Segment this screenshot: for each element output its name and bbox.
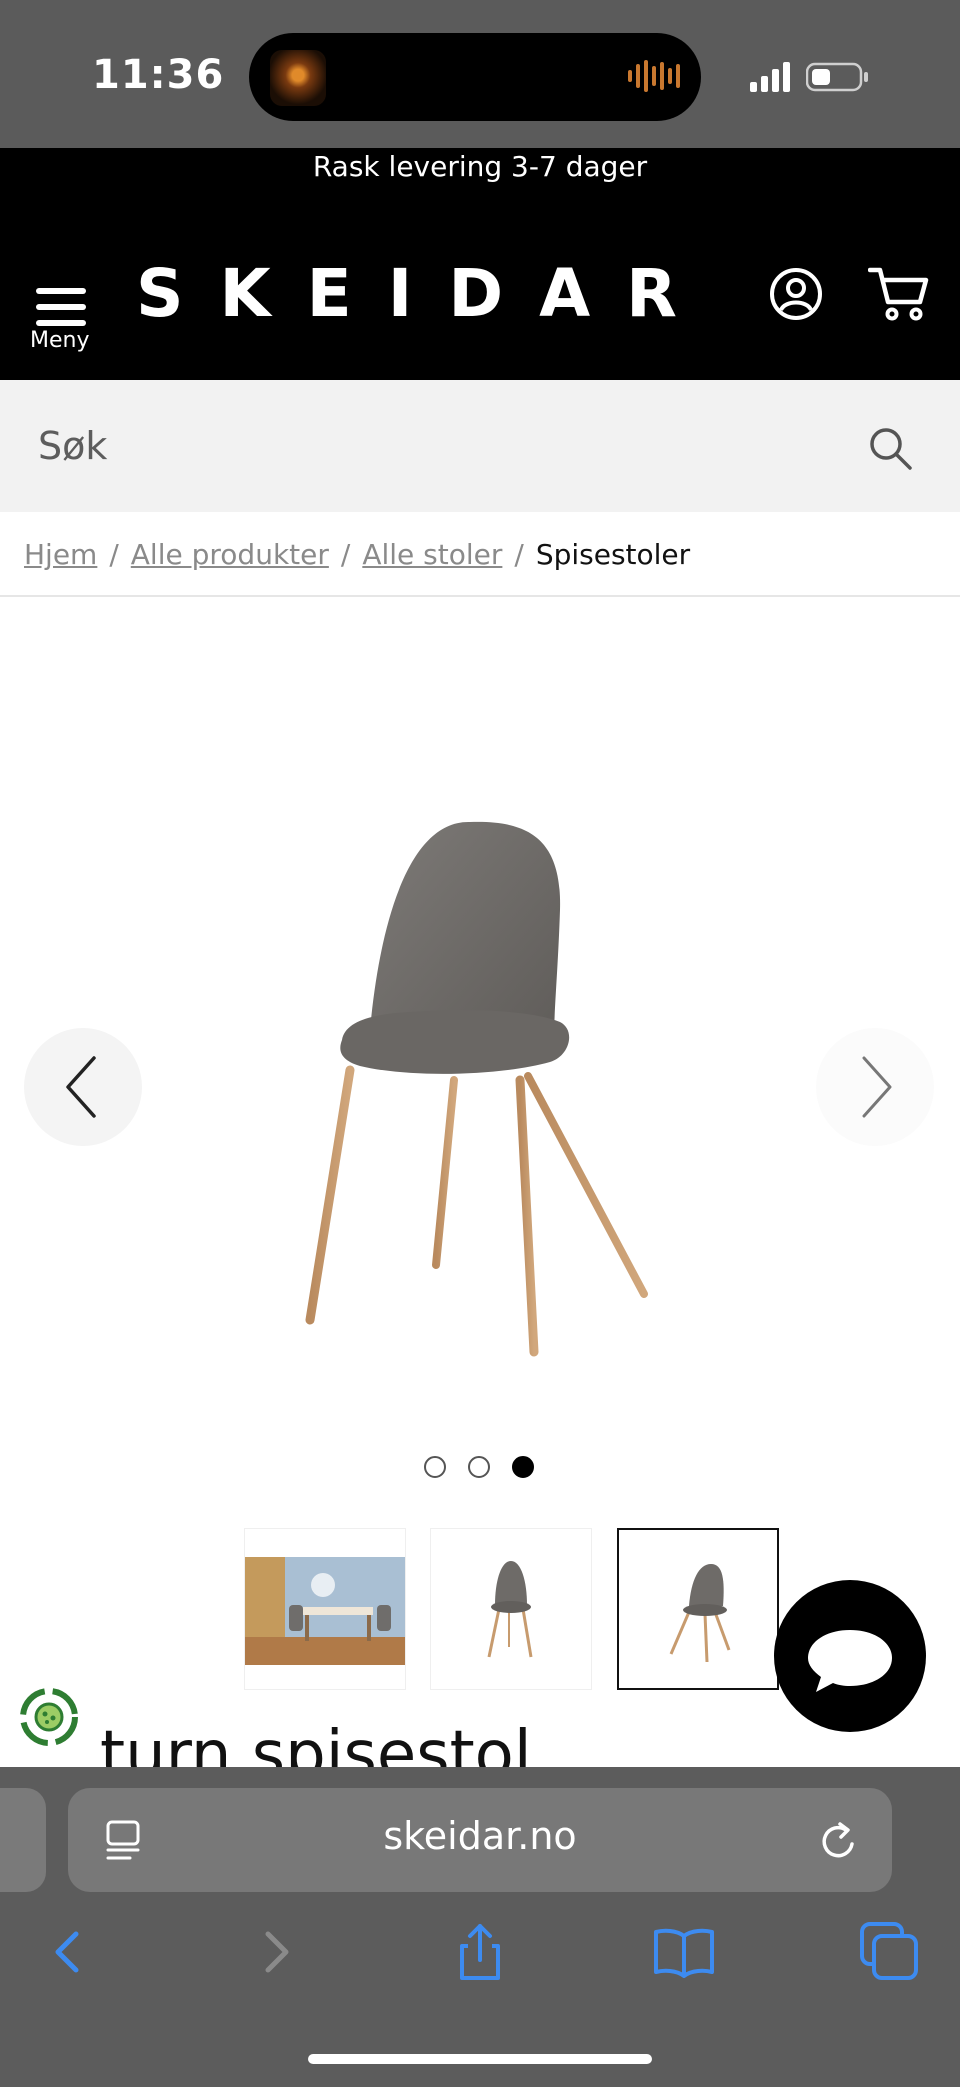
chat-bubble-icon	[808, 1630, 892, 1692]
chat-button[interactable]	[774, 1580, 926, 1732]
gallery-thumbnail[interactable]	[244, 1528, 406, 1690]
menu-label[interactable]: Meny	[30, 328, 89, 353]
chair-front-thumbnail	[487, 1561, 533, 1658]
breadcrumb-current: Spisestoler	[535, 538, 691, 571]
product-image[interactable]	[270, 800, 670, 1370]
breadcrumb-separator: /	[340, 538, 351, 571]
gallery-prev-button[interactable]	[24, 1028, 142, 1146]
bookmarks-icon[interactable]	[652, 1920, 716, 1984]
gallery-next-button[interactable]	[816, 1028, 934, 1146]
breadcrumb-link-all-products[interactable]: Alle produkter	[131, 538, 329, 571]
site-logo[interactable]: SKEIDAR	[136, 255, 713, 332]
account-icon[interactable]	[768, 266, 824, 322]
chevron-left-icon	[66, 1056, 96, 1118]
chevron-right-icon	[862, 1056, 892, 1118]
reload-icon[interactable]	[818, 1818, 862, 1864]
search-icon[interactable]	[866, 424, 914, 472]
eco-recycle-icon[interactable]	[14, 1682, 84, 1752]
status-time: 11:36	[92, 52, 225, 98]
gallery-pagination	[422, 1456, 542, 1482]
breadcrumb-separator: /	[514, 538, 524, 571]
cellular-signal-icon	[750, 62, 790, 92]
share-icon[interactable]	[448, 1920, 512, 1984]
gallery-thumbnail[interactable]	[430, 1528, 592, 1690]
gallery-dot-active[interactable]	[512, 1456, 534, 1478]
gallery-dot[interactable]	[424, 1456, 446, 1478]
breadcrumb-separator: /	[109, 538, 119, 571]
audio-waveform-icon	[628, 60, 680, 92]
breadcrumb: Hjem / Alle produkter / Alle stoler / Spisesto…	[24, 538, 690, 571]
gallery-thumbnail-selected[interactable]	[617, 1528, 779, 1690]
room-scene-thumbnail	[245, 1557, 405, 1665]
chair-angle-thumbnail	[669, 1564, 731, 1663]
breadcrumb-link-all-chairs[interactable]: Alle stoler	[362, 538, 502, 571]
battery-icon	[806, 62, 868, 92]
divider	[0, 595, 960, 597]
gallery-dot[interactable]	[468, 1456, 490, 1478]
previous-tab-peek[interactable]	[0, 1788, 46, 1892]
home-indicator[interactable]	[308, 2054, 652, 2064]
forward-icon[interactable]	[244, 1920, 308, 1984]
cart-icon[interactable]	[868, 264, 930, 322]
search-input[interactable]	[38, 420, 818, 472]
back-icon[interactable]	[36, 1920, 100, 1984]
address-bar-url[interactable]: skeidar.no	[68, 1814, 892, 1858]
announcement-bar: Rask levering 3-7 dager	[0, 148, 960, 204]
breadcrumb-link-home[interactable]: Hjem	[24, 538, 97, 571]
now-playing-artwork	[270, 50, 326, 106]
tabs-icon[interactable]	[858, 1920, 922, 1984]
